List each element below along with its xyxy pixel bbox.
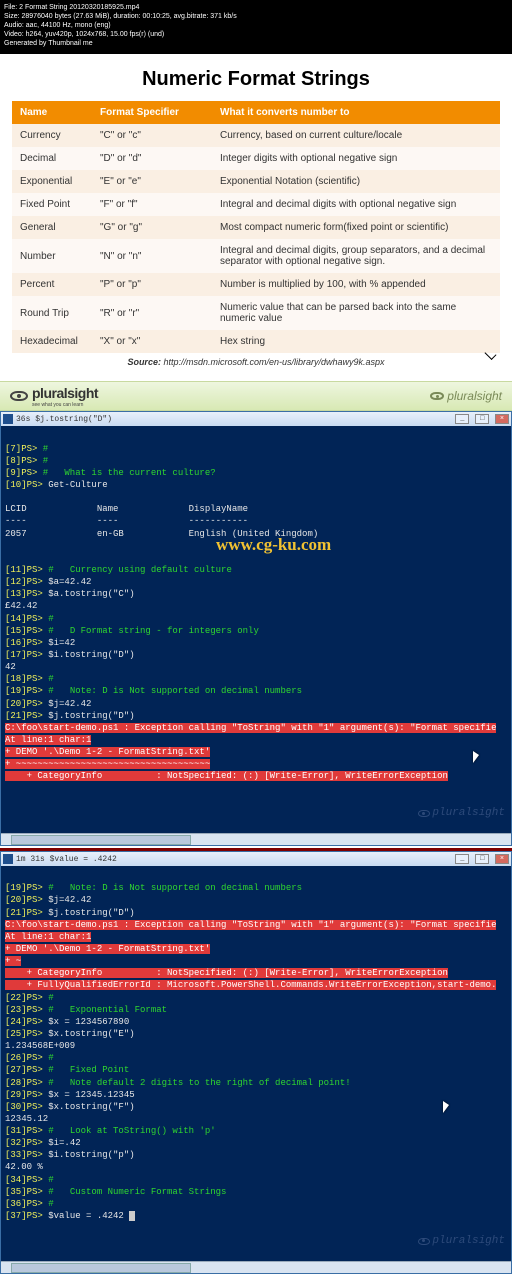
source-label: Source: <box>127 357 161 367</box>
slide-title: Numeric Format Strings <box>0 68 512 91</box>
pluralsight-logo: pluralsight see what you can learn <box>10 385 98 408</box>
cursor-pointer-icon <box>443 1101 451 1113</box>
scrollbar-thumb[interactable] <box>11 835 191 845</box>
window-title: 1m 31s $value = .4242 <box>16 855 117 864</box>
table-header-row: Name Format Specifier What it converts n… <box>12 101 500 124</box>
table-row: Exponential"E" or "e"Exponential Notatio… <box>12 170 500 193</box>
pluralsight-banner: pluralsight see what you can learn plura… <box>0 381 512 411</box>
eye-icon <box>10 391 28 401</box>
window-controls: _ □ × <box>454 854 509 864</box>
horizontal-scrollbar[interactable] <box>1 1261 511 1273</box>
meta-video: Video: h264, yuv420p, 1024x768, 15.00 fp… <box>4 30 508 39</box>
th-description: What it converts number to <box>212 101 500 124</box>
eye-icon <box>418 1238 430 1245</box>
powershell-window-2: 1m 31s $value = .4242 _ □ × [19]PS> # No… <box>0 851 512 1274</box>
table-row: Currency"C" or "c"Currency, based on cur… <box>12 124 500 147</box>
scrollbar-thumb[interactable] <box>11 1263 191 1273</box>
brand-text: pluralsight <box>32 385 98 401</box>
terminal-output[interactable]: [19]PS> # Note: D is Not supported on de… <box>1 866 511 1261</box>
slide-numeric-format-strings: Numeric Format Strings Name Format Speci… <box>0 54 512 381</box>
meta-gen: Generated by Thumbnail me <box>4 39 508 48</box>
th-specifier: Format Specifier <box>92 101 212 124</box>
pluralsight-right: pluralsight <box>430 389 502 403</box>
table-row: Decimal"D" or "d"Integer digits with opt… <box>12 147 500 170</box>
video-metadata: File: 2 Format String 20120320185925.mp4… <box>0 0 512 54</box>
pluralsight-footer: pluralsight <box>418 1234 505 1249</box>
app-icon <box>3 854 13 864</box>
maximize-button[interactable]: □ <box>475 414 489 424</box>
table-row: Number"N" or "n"Integral and decimal dig… <box>12 239 500 273</box>
window-controls: _ □ × <box>454 414 509 424</box>
pluralsight-footer: pluralsight <box>418 806 505 821</box>
maximize-button[interactable]: □ <box>475 854 489 864</box>
meta-audio: Audio: aac, 44100 Hz, mono (eng) <box>4 21 508 30</box>
source-url: http://msdn.microsoft.com/en-us/library/… <box>163 357 384 367</box>
minimize-button[interactable]: _ <box>455 414 469 424</box>
format-table: Name Format Specifier What it converts n… <box>12 101 500 353</box>
titlebar[interactable]: 36s $j.tostring("D") _ □ × <box>1 412 511 426</box>
eye-icon <box>418 810 430 817</box>
cursor-pointer-icon <box>473 751 481 763</box>
terminal-output[interactable]: [7]PS> # [8]PS> # [9]PS> # What is the c… <box>1 426 511 833</box>
powershell-window-1: 36s $j.tostring("D") _ □ × [7]PS> # [8]P… <box>0 411 512 846</box>
titlebar[interactable]: 1m 31s $value = .4242 _ □ × <box>1 852 511 866</box>
close-button[interactable]: × <box>495 854 509 864</box>
eye-icon <box>430 392 444 400</box>
close-button[interactable]: × <box>495 414 509 424</box>
table-row: Fixed Point"F" or "f"Integral and decima… <box>12 193 500 216</box>
watermark: www.cg-ku.com <box>216 534 331 557</box>
brand-tagline: see what you can learn <box>32 403 98 408</box>
window-title: 36s $j.tostring("D") <box>16 415 112 424</box>
source-line: Source: http://msdn.microsoft.com/en-us/… <box>0 357 512 367</box>
table-row: General"G" or "g"Most compact numeric fo… <box>12 216 500 239</box>
meta-file: File: 2 Format String 20120320185925.mp4 <box>4 3 508 12</box>
th-name: Name <box>12 101 92 124</box>
table-row: Hexadecimal"X" or "x"Hex string <box>12 330 500 353</box>
horizontal-scrollbar[interactable] <box>1 833 511 845</box>
meta-size: Size: 28976040 bytes (27.63 MiB), durati… <box>4 12 508 21</box>
app-icon <box>3 414 13 424</box>
minimize-button[interactable]: _ <box>455 854 469 864</box>
table-row: Round Trip"R" or "r"Numeric value that c… <box>12 296 500 330</box>
table-row: Percent"P" or "p"Number is multiplied by… <box>12 273 500 296</box>
